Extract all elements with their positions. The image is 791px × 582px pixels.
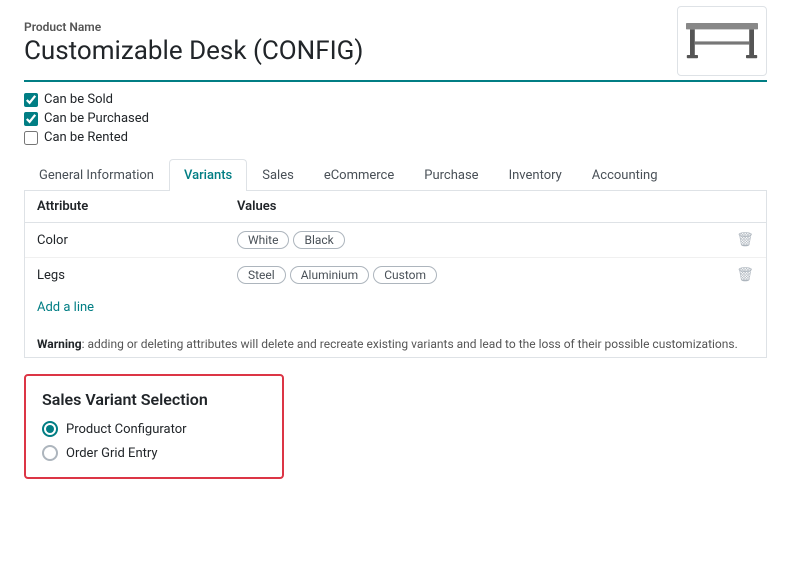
- checkbox-rented-input[interactable]: [24, 131, 38, 145]
- variants-table: Attribute Values Color White Black 🗑: [25, 191, 766, 292]
- product-name-label: Product Name: [24, 20, 767, 34]
- value-black[interactable]: Black: [293, 231, 344, 249]
- tab-ecommerce[interactable]: eCommerce: [309, 159, 409, 191]
- value-aluminium[interactable]: Aluminium: [290, 266, 370, 284]
- checkboxes-section: Can be Sold Can be Purchased Can be Rent…: [24, 92, 767, 145]
- legs-values: Steel Aluminium Custom: [237, 266, 712, 284]
- sales-variant-title: Sales Variant Selection: [42, 390, 266, 409]
- checkbox-rented-label: Can be Rented: [44, 130, 128, 145]
- delete-legs-icon[interactable]: 🗑: [736, 267, 754, 283]
- checkbox-can-be-rented[interactable]: Can be Rented: [24, 130, 767, 145]
- value-custom[interactable]: Custom: [373, 266, 437, 284]
- table-row: Color White Black 🗑: [25, 223, 766, 258]
- radio-grid-circle[interactable]: [42, 445, 58, 461]
- tab-purchase[interactable]: Purchase: [409, 159, 493, 191]
- tab-variants[interactable]: Variants: [169, 159, 247, 191]
- product-image[interactable]: [677, 6, 767, 76]
- radio-order-grid-entry[interactable]: Order Grid Entry: [42, 445, 266, 461]
- tab-accounting[interactable]: Accounting: [577, 159, 673, 191]
- checkbox-sold-input[interactable]: [24, 93, 38, 107]
- tab-sales[interactable]: Sales: [247, 159, 309, 191]
- value-white[interactable]: White: [237, 231, 289, 249]
- tabs-bar: General Information Variants Sales eComm…: [24, 159, 767, 191]
- tab-content-variants: Attribute Values Color White Black 🗑: [24, 191, 767, 358]
- warning-bold: Warning: [37, 337, 82, 351]
- tab-general-information[interactable]: General Information: [24, 159, 169, 191]
- color-values: White Black: [237, 231, 712, 249]
- attribute-legs[interactable]: Legs: [25, 258, 225, 293]
- tab-inventory[interactable]: Inventory: [494, 159, 577, 191]
- col-values: Values: [225, 191, 724, 223]
- add-line-button[interactable]: Add a line: [25, 292, 106, 323]
- attribute-color[interactable]: Color: [25, 223, 225, 258]
- radio-configurator-label: Product Configurator: [66, 422, 187, 437]
- product-title: Customizable Desk (CONFIG): [24, 36, 363, 67]
- warning-text: Warning: adding or deleting attributes w…: [25, 323, 766, 357]
- radio-product-configurator[interactable]: Product Configurator: [42, 421, 266, 437]
- checkbox-can-be-sold[interactable]: Can be Sold: [24, 92, 767, 107]
- value-steel[interactable]: Steel: [237, 266, 286, 284]
- checkbox-purchased-input[interactable]: [24, 112, 38, 126]
- radio-grid-label: Order Grid Entry: [66, 446, 158, 461]
- col-attribute: Attribute: [25, 191, 225, 223]
- checkbox-purchased-label: Can be Purchased: [44, 111, 149, 126]
- sales-variant-selection: Sales Variant Selection Product Configur…: [24, 374, 284, 479]
- table-row: Legs Steel Aluminium Custom 🗑: [25, 258, 766, 293]
- checkbox-sold-label: Can be Sold: [44, 92, 113, 107]
- radio-configurator-circle[interactable]: [42, 421, 58, 437]
- delete-color-icon[interactable]: 🗑: [736, 232, 754, 248]
- warning-body: : adding or deleting attributes will del…: [82, 337, 738, 351]
- checkbox-can-be-purchased[interactable]: Can be Purchased: [24, 111, 767, 126]
